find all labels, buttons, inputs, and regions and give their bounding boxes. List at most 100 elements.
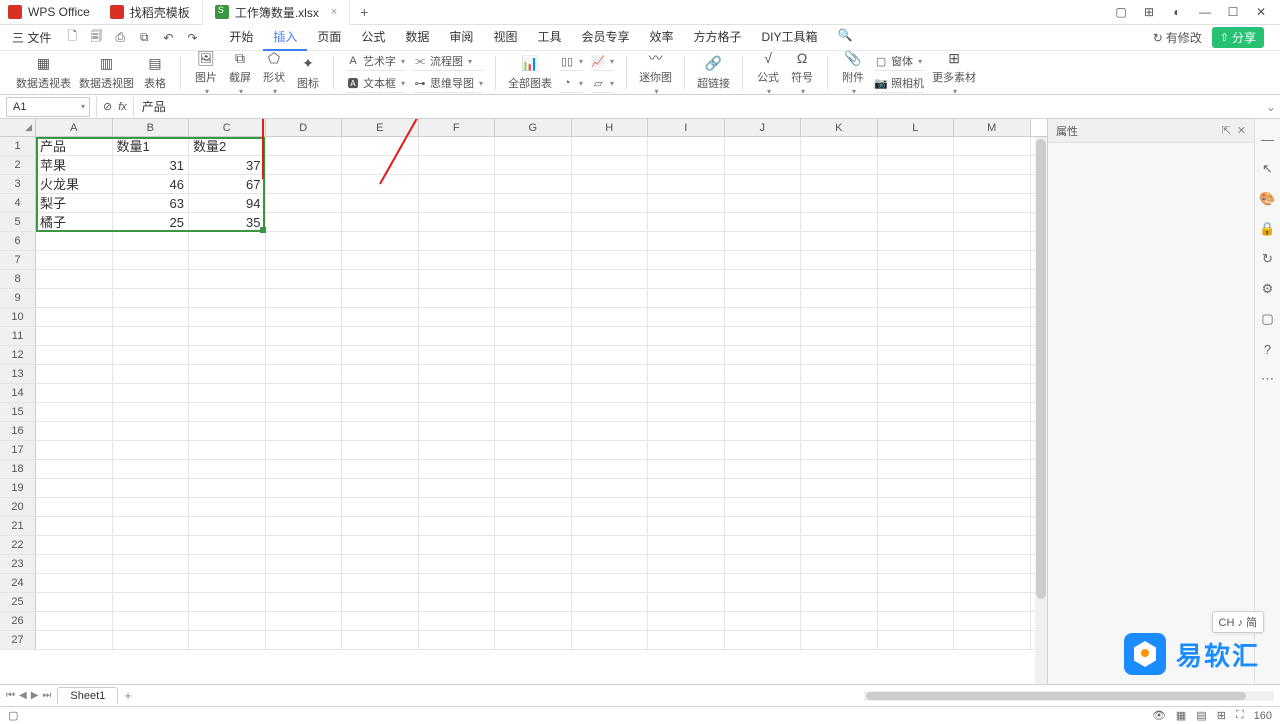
cell[interactable] bbox=[266, 574, 343, 592]
cell[interactable] bbox=[342, 308, 419, 326]
cell[interactable] bbox=[954, 156, 1031, 174]
table-button[interactable]: ▤表格 bbox=[142, 55, 168, 91]
menu-insert[interactable]: 插入 bbox=[263, 24, 307, 51]
col-header[interactable]: M bbox=[954, 119, 1031, 136]
cell[interactable] bbox=[878, 308, 955, 326]
cell[interactable] bbox=[36, 593, 113, 611]
cell[interactable] bbox=[189, 346, 266, 364]
select-all-corner[interactable]: ◢ bbox=[0, 119, 36, 136]
cell[interactable] bbox=[342, 498, 419, 516]
cell[interactable] bbox=[419, 156, 496, 174]
cell[interactable] bbox=[648, 213, 725, 231]
cell[interactable] bbox=[725, 384, 802, 402]
col-header[interactable]: E bbox=[342, 119, 419, 136]
cell[interactable] bbox=[189, 403, 266, 421]
row-header[interactable]: 23 bbox=[0, 555, 36, 573]
sparkline-button[interactable]: 〰迷你图 bbox=[639, 49, 672, 96]
menu-search[interactable]: 🔍 bbox=[828, 24, 863, 51]
cell[interactable] bbox=[342, 593, 419, 611]
cell[interactable] bbox=[725, 289, 802, 307]
cell[interactable] bbox=[342, 517, 419, 535]
cell[interactable] bbox=[419, 517, 496, 535]
cell[interactable] bbox=[878, 422, 955, 440]
cell[interactable] bbox=[36, 517, 113, 535]
cell[interactable] bbox=[189, 631, 266, 649]
cell[interactable] bbox=[648, 612, 725, 630]
cell[interactable] bbox=[495, 232, 572, 250]
cell[interactable] bbox=[801, 593, 878, 611]
cell[interactable] bbox=[495, 346, 572, 364]
cell[interactable] bbox=[419, 270, 496, 288]
last-sheet-icon[interactable]: ⏭ bbox=[42, 690, 51, 701]
cell[interactable] bbox=[572, 308, 649, 326]
cell[interactable] bbox=[495, 194, 572, 212]
cell[interactable] bbox=[648, 593, 725, 611]
cell[interactable] bbox=[572, 213, 649, 231]
cell[interactable] bbox=[954, 441, 1031, 459]
cell[interactable] bbox=[572, 612, 649, 630]
save-icon[interactable]: 🗋 bbox=[65, 31, 79, 45]
cell[interactable] bbox=[725, 308, 802, 326]
picture-button[interactable]: 🖼图片 bbox=[193, 49, 219, 96]
cell[interactable] bbox=[342, 441, 419, 459]
cell[interactable] bbox=[419, 536, 496, 554]
cell[interactable] bbox=[419, 308, 496, 326]
cell[interactable] bbox=[419, 574, 496, 592]
cell[interactable] bbox=[342, 232, 419, 250]
pin-icon[interactable]: ⇱ bbox=[1222, 125, 1231, 137]
cell[interactable] bbox=[954, 460, 1031, 478]
cell[interactable] bbox=[342, 384, 419, 402]
cell[interactable] bbox=[266, 251, 343, 269]
cell[interactable] bbox=[266, 479, 343, 497]
cell[interactable] bbox=[189, 327, 266, 345]
cell[interactable] bbox=[342, 422, 419, 440]
cell[interactable] bbox=[954, 517, 1031, 535]
pie-chart-button[interactable]: ◔ bbox=[560, 74, 583, 93]
menu-view[interactable]: 视图 bbox=[483, 24, 527, 51]
col-header[interactable]: C bbox=[189, 119, 266, 136]
cell[interactable] bbox=[572, 593, 649, 611]
cell[interactable] bbox=[266, 612, 343, 630]
cell[interactable] bbox=[878, 194, 955, 212]
cell[interactable] bbox=[36, 555, 113, 573]
cell[interactable] bbox=[419, 555, 496, 573]
cell[interactable] bbox=[572, 574, 649, 592]
cell[interactable]: 94 bbox=[189, 194, 266, 212]
view-page-icon[interactable]: ▤ bbox=[1196, 709, 1206, 722]
row-header[interactable]: 20 bbox=[0, 498, 36, 516]
cell[interactable] bbox=[189, 460, 266, 478]
attachment-button[interactable]: 📎附件 bbox=[840, 49, 866, 96]
cell[interactable] bbox=[495, 517, 572, 535]
cell[interactable] bbox=[648, 574, 725, 592]
cell[interactable] bbox=[725, 213, 802, 231]
cell[interactable]: 31 bbox=[113, 156, 190, 174]
menu-fangfang[interactable]: 方方格子 bbox=[684, 24, 752, 51]
cell[interactable] bbox=[342, 555, 419, 573]
cell[interactable]: 产品 bbox=[36, 137, 113, 155]
cell[interactable] bbox=[266, 156, 343, 174]
cell[interactable] bbox=[572, 631, 649, 649]
cell[interactable] bbox=[419, 593, 496, 611]
cell[interactable] bbox=[572, 156, 649, 174]
cell[interactable] bbox=[878, 365, 955, 383]
cell[interactable] bbox=[113, 498, 190, 516]
cell[interactable] bbox=[648, 365, 725, 383]
cell[interactable] bbox=[954, 346, 1031, 364]
cell[interactable] bbox=[801, 536, 878, 554]
cell[interactable] bbox=[725, 137, 802, 155]
tab-template[interactable]: 找稻壳模板 bbox=[98, 0, 203, 25]
cell[interactable] bbox=[495, 308, 572, 326]
cell[interactable] bbox=[725, 593, 802, 611]
icons-button[interactable]: ✦图标 bbox=[295, 55, 321, 91]
mindmap-button[interactable]: ⊶思维导图 bbox=[413, 74, 483, 93]
menu-vip[interactable]: 会员专享 bbox=[571, 24, 639, 51]
name-box[interactable]: A1 bbox=[6, 97, 90, 117]
row-header[interactable]: 6 bbox=[0, 232, 36, 250]
cell[interactable] bbox=[189, 384, 266, 402]
modified-indicator[interactable]: 有修改 bbox=[1153, 29, 1202, 46]
cell[interactable] bbox=[878, 498, 955, 516]
cell[interactable] bbox=[572, 460, 649, 478]
row-header[interactable]: 21 bbox=[0, 517, 36, 535]
cell[interactable] bbox=[801, 156, 878, 174]
cell[interactable] bbox=[36, 270, 113, 288]
